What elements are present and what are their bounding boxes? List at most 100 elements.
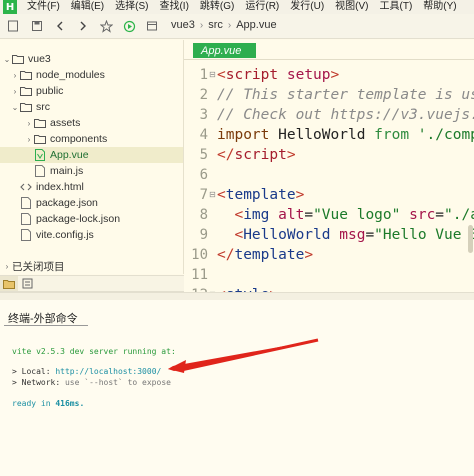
panel-splitter[interactable] bbox=[0, 292, 474, 300]
line-number: 5 bbox=[199, 147, 208, 163]
tree-item-components[interactable]: › components bbox=[0, 131, 183, 147]
menu-goto[interactable]: 跳转(G) bbox=[200, 0, 234, 14]
tree-item-src[interactable]: ⌄ src bbox=[0, 99, 183, 115]
save-icon[interactable] bbox=[30, 19, 44, 33]
tree-item-label: App.vue bbox=[50, 149, 89, 161]
breadcrumb-project[interactable]: vue3 bbox=[171, 19, 195, 31]
code-line-12: <style> bbox=[217, 285, 278, 292]
tree-item-label: index.html bbox=[36, 181, 84, 193]
chevron-right-icon[interactable]: › bbox=[10, 71, 20, 80]
back-icon[interactable] bbox=[53, 19, 67, 33]
tree-item-label: node_modules bbox=[36, 69, 105, 81]
chevron-right-icon[interactable]: › bbox=[24, 119, 34, 128]
tree-item-label: assets bbox=[50, 117, 81, 129]
code-line-2: // This starter template is us bbox=[217, 87, 474, 103]
line-number: 2 bbox=[199, 87, 208, 103]
chevron-right-icon: › bbox=[199, 19, 204, 31]
tree-item-label: package.json bbox=[36, 197, 98, 209]
tree-item-vite-config-js[interactable]: vite.config.js bbox=[0, 227, 183, 243]
closed-projects-label: 已关闭项目 bbox=[12, 260, 65, 273]
tree-item-index-html[interactable]: index.html bbox=[0, 179, 183, 195]
fold-toggle-icon[interactable]: ⊟ bbox=[209, 65, 217, 85]
menubar: H 文件(F) 编辑(E) 选择(S) 查找(I) 跳转(G) 运行(R) 发行… bbox=[0, 0, 474, 14]
menu-help[interactable]: 帮助(Y) bbox=[423, 0, 456, 14]
menu-find[interactable]: 查找(I) bbox=[159, 0, 188, 14]
fold-toggle-icon[interactable]: ⊟ bbox=[209, 285, 217, 292]
menu-select[interactable]: 选择(S) bbox=[115, 0, 148, 14]
line-number: 9 bbox=[199, 227, 208, 243]
line-number: 11 bbox=[191, 267, 208, 283]
chevron-right-icon[interactable]: › bbox=[10, 87, 20, 96]
line-number: 3 bbox=[199, 107, 208, 123]
line-number: 7 bbox=[199, 187, 208, 203]
menu-edit[interactable]: 编辑(E) bbox=[71, 0, 104, 14]
code-line-7: <template> bbox=[217, 187, 305, 203]
menu-run[interactable]: 运行(R) bbox=[245, 0, 279, 14]
menu-file[interactable]: 文件(F) bbox=[27, 0, 60, 14]
tree-item-vue3[interactable]: ⌄ vue3 bbox=[0, 51, 183, 67]
code-editor[interactable]: App.vue 1 2 3 4 5 6 7 8 9 10 11 12 ⊟ ⊟ ⊟… bbox=[184, 40, 474, 292]
tree-item-public[interactable]: › public bbox=[0, 83, 183, 99]
chevron-right-icon[interactable]: › bbox=[24, 135, 34, 144]
tree-item-label: vue3 bbox=[28, 53, 51, 65]
chevron-down-icon[interactable]: ⌄ bbox=[2, 55, 12, 64]
code-line-1: <script setup> bbox=[217, 67, 340, 83]
folder-icon bbox=[20, 101, 32, 113]
editor-scrollbar-thumb[interactable] bbox=[468, 225, 473, 253]
folder-icon bbox=[34, 117, 46, 129]
tree-item-label: package-lock.json bbox=[36, 213, 121, 225]
tree-item-assets[interactable]: › assets bbox=[0, 115, 183, 131]
tree-item-node-modules[interactable]: › node_modules bbox=[0, 67, 183, 83]
tree-item-app-vue[interactable]: App.vue bbox=[0, 147, 183, 163]
breadcrumb-file[interactable]: App.vue bbox=[236, 19, 276, 31]
menu-view[interactable]: 视图(V) bbox=[335, 0, 368, 14]
terminal-panel[interactable]: 终端-外部命令 vite v2.5.3 dev server running a… bbox=[0, 300, 474, 476]
file-icon bbox=[20, 197, 32, 209]
tree-item-package-json[interactable]: package.json bbox=[0, 195, 183, 211]
menu-publish[interactable]: 发行(U) bbox=[290, 0, 324, 14]
line-number: 12 bbox=[184, 285, 208, 292]
hbuilder-logo-icon: H bbox=[3, 0, 17, 14]
forward-icon[interactable] bbox=[76, 19, 90, 33]
tree-item-label: vite.config.js bbox=[36, 229, 94, 241]
tree-item-package-lock-json[interactable]: package-lock.json bbox=[0, 211, 183, 227]
line-number: 6 bbox=[199, 167, 208, 183]
new-file-icon[interactable] bbox=[6, 19, 20, 33]
folder-icon bbox=[20, 85, 32, 97]
sidebar-view-tabs bbox=[0, 275, 184, 292]
outline-tab-icon[interactable] bbox=[18, 276, 36, 291]
line-number: 10 bbox=[191, 247, 208, 263]
html-file-icon bbox=[20, 181, 32, 193]
tree-item-label: public bbox=[36, 85, 64, 97]
closed-projects-section[interactable]: › 已关闭项目 bbox=[0, 258, 184, 274]
code-line-5: </script> bbox=[217, 147, 296, 163]
chevron-down-icon[interactable]: ⌄ bbox=[10, 103, 20, 112]
toolbar: vue3 › src › App.vue bbox=[0, 14, 474, 39]
tree-item-label: components bbox=[50, 133, 108, 145]
code-line-10: </template> bbox=[217, 247, 314, 263]
breadcrumb-folder[interactable]: src bbox=[208, 19, 223, 31]
editor-scrollbar[interactable] bbox=[468, 65, 474, 291]
folder-icon bbox=[34, 133, 46, 145]
chevron-right-icon[interactable]: › bbox=[2, 262, 12, 271]
project-tab-folder-icon[interactable] bbox=[0, 276, 18, 291]
tree-item-main-js[interactable]: main.js bbox=[0, 163, 183, 179]
code-line-4: import HelloWorld from './comp bbox=[217, 127, 474, 143]
tree-item-label: main.js bbox=[50, 165, 84, 177]
project-explorer: ⌄ vue3 › node_modules › public ⌄ src › a… bbox=[0, 40, 184, 258]
project-folder-icon bbox=[12, 53, 24, 65]
editor-tab-bar-line bbox=[184, 59, 474, 60]
star-icon[interactable] bbox=[99, 19, 113, 33]
menu-tools[interactable]: 工具(T) bbox=[380, 0, 413, 14]
editor-tab-app-vue[interactable]: App.vue bbox=[193, 43, 256, 58]
run-icon[interactable] bbox=[122, 19, 136, 33]
code-line-8: <img alt="Vue logo" src="./a bbox=[234, 207, 474, 223]
fold-toggle-icon[interactable]: ⊟ bbox=[209, 185, 217, 205]
preview-icon[interactable] bbox=[145, 19, 159, 33]
folder-icon bbox=[20, 69, 32, 81]
breadcrumb: vue3 › src › App.vue bbox=[171, 19, 277, 31]
code-line-9: <HelloWorld msg="Hello Vue 3 bbox=[234, 227, 474, 243]
code-line-3: // Check out https://v3.vuejs. bbox=[217, 107, 474, 123]
line-number: 8 bbox=[199, 207, 208, 223]
file-icon bbox=[20, 213, 32, 225]
